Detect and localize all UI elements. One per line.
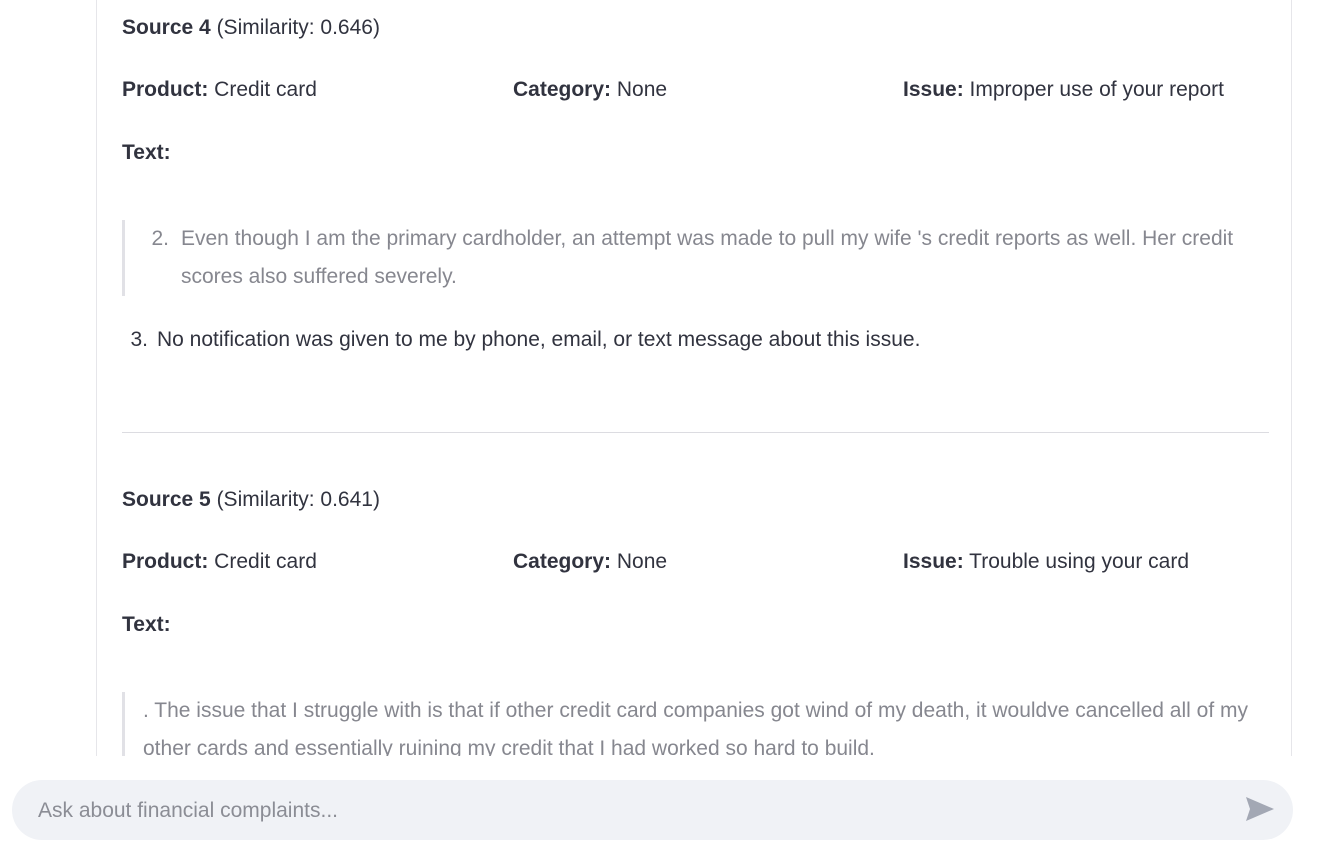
product-value: Credit card (214, 78, 317, 101)
source-metadata-row: Product: Credit card Category: None Issu… (122, 547, 1269, 577)
product-label: Product: (122, 550, 209, 573)
category-label: Category: (513, 78, 612, 101)
issue-label: Issue: (903, 550, 964, 573)
source-divider (122, 432, 1269, 433)
list-item-text: Even though I am the primary cardholder,… (181, 227, 1234, 288)
product-field: Product: Credit card (122, 75, 317, 105)
issue-field: Issue: Improper use of your report (903, 75, 1224, 105)
send-arrow-icon (1246, 796, 1274, 821)
assistant-response-panel[interactable]: Source 4 (Similarity: 0.646) Product: Cr… (96, 0, 1292, 756)
text-label: Text: (122, 141, 171, 164)
complaint-excerpt-quote: . The issue that I struggle with is that… (122, 692, 1269, 756)
issue-label: Issue: (903, 78, 964, 101)
issue-value: Trouble using your card (969, 550, 1190, 573)
list-item-number: 2. (151, 227, 169, 250)
category-field: Category: None (513, 75, 667, 105)
complaint-excerpt-quote: 2. Even though I am the primary cardhold… (122, 220, 1269, 296)
issue-field: Issue: Trouble using your card (903, 547, 1189, 577)
source-metadata-row: Product: Credit card Category: None Issu… (122, 75, 1269, 105)
product-field: Product: Credit card (122, 547, 317, 577)
source-heading: Source 5 (Similarity: 0.641) (122, 486, 380, 514)
list-item-text: No notification was given to me by phone… (157, 328, 921, 351)
category-field: Category: None (513, 547, 667, 577)
chat-input-bar (12, 780, 1293, 842)
similarity-score: (Similarity: 0.641) (216, 488, 380, 511)
send-button[interactable] (1243, 794, 1277, 826)
chat-app: Source 4 (Similarity: 0.646) Product: Cr… (0, 0, 1323, 850)
category-value: None (616, 78, 668, 101)
category-label: Category: (513, 550, 612, 573)
product-label: Product: (122, 78, 209, 101)
list-item-number: 3. (130, 328, 148, 351)
complaint-list-item: 3. No notification was given to me by pho… (122, 325, 920, 355)
source-label: Source 5 (122, 488, 211, 511)
chat-input[interactable] (36, 780, 1220, 842)
text-label: Text: (122, 613, 171, 636)
product-value: Credit card (214, 550, 317, 573)
source-label: Source 4 (122, 16, 211, 39)
issue-value: Improper use of your report (969, 78, 1224, 101)
category-value: None (616, 550, 668, 573)
source-heading: Source 4 (Similarity: 0.646) (122, 14, 380, 42)
quote-list-item: 2. Even though I am the primary cardhold… (125, 220, 1269, 296)
similarity-score: (Similarity: 0.646) (216, 16, 380, 39)
quote-text: . The issue that I struggle with is that… (143, 699, 1248, 756)
